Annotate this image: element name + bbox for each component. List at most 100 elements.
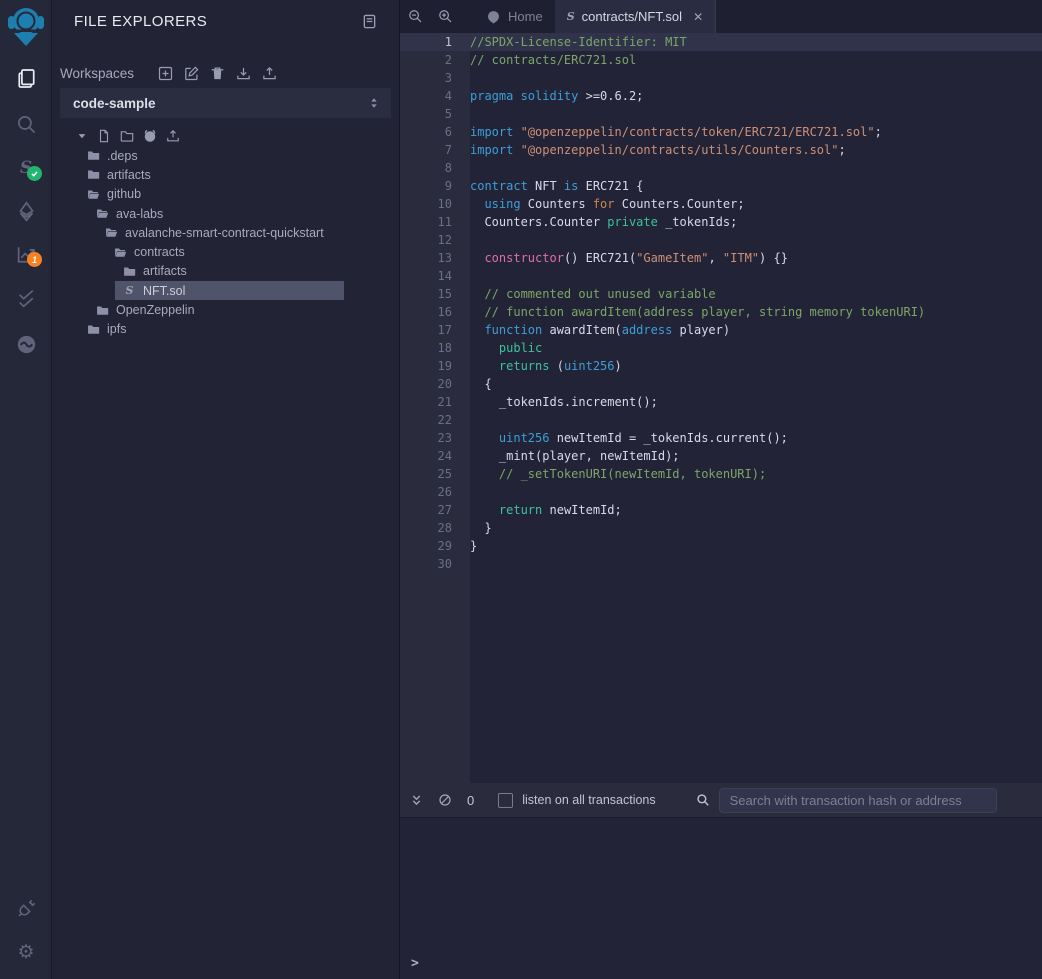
- listen-transactions-checkbox[interactable]: [498, 793, 513, 808]
- delete-workspace-button[interactable]: [210, 66, 225, 81]
- line-number: 7: [400, 141, 462, 159]
- terminal-expand-icon[interactable]: [410, 794, 423, 807]
- workspace-selected-value: code-sample: [73, 96, 156, 111]
- remix-ide-window: S 1 ⚙ FILE EXPLORERS Workspaces code-sampl…: [0, 0, 1042, 979]
- tree-item-OpenZeppelin[interactable]: OpenZeppelin: [52, 300, 399, 319]
- line-number: 22: [400, 411, 462, 429]
- code-line[interactable]: 17 function awardItem(address player): [400, 321, 1042, 339]
- code-line[interactable]: 24 _mint(player, newItemId);: [400, 447, 1042, 465]
- github-import-button[interactable]: [143, 129, 157, 143]
- folder-open-icon: [105, 226, 118, 239]
- new-folder-button[interactable]: [120, 129, 134, 143]
- rail-deploy-run[interactable]: [0, 195, 52, 227]
- download-workspaces-icon: [236, 66, 251, 81]
- tree-item-ava-labs[interactable]: ava-labs: [52, 204, 399, 223]
- terminal-search-icon: [696, 793, 710, 807]
- tree-item-.deps[interactable]: .deps: [52, 146, 399, 165]
- docs-book-icon[interactable]: [362, 14, 377, 29]
- file-tree: .depsartifactsgithubava-labsavalanche-sm…: [52, 146, 399, 339]
- terminal-toolbar: 0 listen on all transactions: [400, 783, 1042, 817]
- panel-title: FILE EXPLORERS: [74, 13, 207, 30]
- tree-item-contracts[interactable]: contracts: [52, 242, 399, 261]
- file-explorer-icon: [16, 68, 37, 89]
- line-number: 8: [400, 159, 462, 177]
- code-line[interactable]: 21 _tokenIds.increment();: [400, 393, 1042, 411]
- line-number: 13: [400, 249, 462, 267]
- tab-contracts-nft-sol[interactable]: Scontracts/NFT.sol ✕: [555, 0, 716, 33]
- solidity-file-icon: S: [567, 10, 575, 23]
- code-line[interactable]: 6import "@openzeppelin/contracts/token/E…: [400, 123, 1042, 141]
- rail-search[interactable]: [0, 108, 52, 140]
- code-line[interactable]: 26: [400, 483, 1042, 501]
- workspace-select[interactable]: code-sample: [60, 88, 391, 118]
- tree-item-artifacts[interactable]: artifacts: [52, 165, 399, 184]
- code-line[interactable]: 9contract NFT is ERC721 {: [400, 177, 1042, 195]
- zoom-in-button[interactable]: [430, 0, 460, 33]
- line-number: 27: [400, 501, 462, 519]
- code-line[interactable]: 8: [400, 159, 1042, 177]
- code-line[interactable]: 18 public: [400, 339, 1042, 357]
- tab-home[interactable]: Home: [474, 0, 555, 33]
- code-line[interactable]: 1//SPDX-License-Identifier: MIT: [400, 33, 1042, 51]
- line-number: 18: [400, 339, 462, 357]
- line-number: 21: [400, 393, 462, 411]
- tree-item-artifacts[interactable]: artifacts: [52, 262, 399, 281]
- code-editor[interactable]: 1//SPDX-License-Identifier: MIT2// contr…: [400, 33, 1042, 783]
- folder-closed-icon: [87, 168, 100, 181]
- upload-file-button[interactable]: [166, 129, 180, 143]
- line-number: 1: [400, 33, 462, 51]
- zoom-out-button[interactable]: [400, 0, 430, 33]
- code-line[interactable]: 2// contracts/ERC721.sol: [400, 51, 1042, 69]
- code-line[interactable]: 10 using Counters for Counters.Counter;: [400, 195, 1042, 213]
- code-line[interactable]: 12: [400, 231, 1042, 249]
- code-line[interactable]: 13 constructor() ERC721("GameItem", "ITM…: [400, 249, 1042, 267]
- zoom-in-icon: [438, 9, 453, 24]
- code-line[interactable]: 20 {: [400, 375, 1042, 393]
- rail-analysis[interactable]: 1: [0, 238, 52, 270]
- code-line[interactable]: 25 // _setTokenURI(newItemId, tokenURI);: [400, 465, 1042, 483]
- create-workspace-button[interactable]: [158, 66, 173, 81]
- rail-file-explorer[interactable]: [0, 62, 52, 94]
- terminal-search-input[interactable]: [719, 788, 997, 813]
- rail-solidity-compiler[interactable]: S: [0, 152, 52, 184]
- rail-unit-testing[interactable]: [0, 282, 52, 314]
- code-line[interactable]: 28 }: [400, 519, 1042, 537]
- tree-item-avalanche-smart-contract-quickstart[interactable]: avalanche-smart-contract-quickstart: [52, 223, 399, 242]
- tab-label: contracts/NFT.sol: [582, 9, 682, 24]
- code-line[interactable]: 3: [400, 69, 1042, 87]
- code-line[interactable]: 30: [400, 555, 1042, 573]
- code-line[interactable]: 23 uint256 newItemId = _tokenIds.current…: [400, 429, 1042, 447]
- code-line[interactable]: 29}: [400, 537, 1042, 555]
- tab-label: Home: [508, 9, 543, 24]
- new-file-button[interactable]: [97, 129, 111, 143]
- restore-workspaces-button[interactable]: [262, 66, 277, 81]
- gear-icon: ⚙: [17, 943, 34, 962]
- code-line[interactable]: 22: [400, 411, 1042, 429]
- code-line[interactable]: 15 // commented out unused variable: [400, 285, 1042, 303]
- terminal-output[interactable]: >: [400, 817, 1042, 979]
- rename-workspace-button[interactable]: [184, 66, 199, 81]
- main-area: Home Scontracts/NFT.sol ✕ 1//SPDX-License-…: [400, 0, 1042, 979]
- rail-sourcify[interactable]: [0, 328, 52, 360]
- code-line[interactable]: 27 return newItemId;: [400, 501, 1042, 519]
- line-number: 3: [400, 69, 462, 87]
- collapse-chevron-button[interactable]: [76, 130, 88, 142]
- tree-item-ipfs[interactable]: ipfs: [52, 320, 399, 339]
- code-line[interactable]: 5: [400, 105, 1042, 123]
- download-workspaces-button[interactable]: [236, 66, 251, 81]
- clear-transactions-icon[interactable]: [438, 793, 452, 807]
- tree-toolbar: [76, 127, 180, 145]
- code-line[interactable]: 16 // function awardItem(address player,…: [400, 303, 1042, 321]
- rail-plugin-manager[interactable]: [0, 892, 52, 924]
- close-tab-icon[interactable]: ✕: [693, 10, 703, 24]
- code-line[interactable]: 4pragma solidity >=0.6.2;: [400, 87, 1042, 105]
- code-line[interactable]: 14: [400, 267, 1042, 285]
- rail-settings[interactable]: ⚙: [0, 936, 52, 968]
- code-line[interactable]: 11 Counters.Counter private _tokenIds;: [400, 213, 1042, 231]
- tree-item-github[interactable]: github: [52, 185, 399, 204]
- tree-item-NFT.sol[interactable]: SNFT.sol: [52, 281, 399, 300]
- code-line[interactable]: 19 returns (uint256): [400, 357, 1042, 375]
- workspaces-label: Workspaces: [60, 66, 134, 81]
- code-line[interactable]: 7import "@openzeppelin/contracts/utils/C…: [400, 141, 1042, 159]
- line-number: 12: [400, 231, 462, 249]
